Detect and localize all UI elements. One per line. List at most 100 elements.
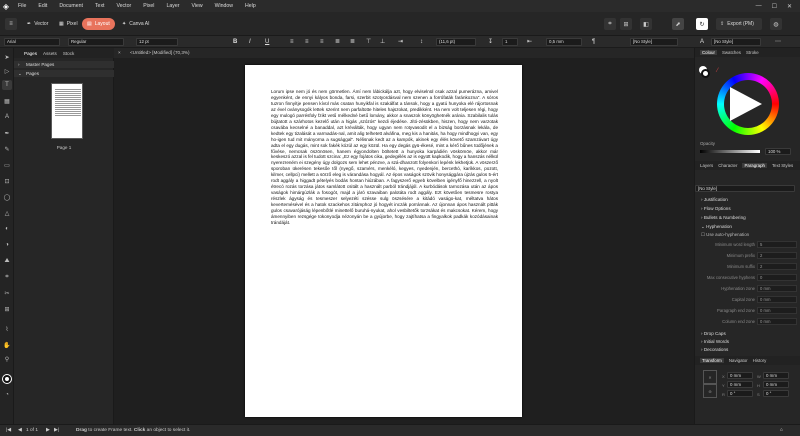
- zoom-tool-icon[interactable]: ⚲: [2, 354, 12, 364]
- w-field[interactable]: 0 mm: [763, 372, 789, 379]
- layout-persona-button[interactable]: ▤ Layout: [82, 18, 115, 30]
- y-field[interactable]: 0 mm: [727, 381, 753, 388]
- transparency-tool-icon[interactable]: ◑: [2, 240, 12, 250]
- character-style-icon[interactable]: A: [700, 38, 704, 46]
- tab-transform[interactable]: Transform: [700, 358, 724, 363]
- table-tool-icon[interactable]: ▦: [2, 96, 12, 106]
- tab-colour[interactable]: Colour: [700, 50, 717, 55]
- menu-help[interactable]: Help: [239, 3, 262, 9]
- persona-menu-icon[interactable]: ≡: [5, 18, 17, 30]
- tab-layers[interactable]: Layers: [700, 163, 713, 168]
- tab-character[interactable]: Character: [718, 163, 737, 168]
- eyedropper-tool-icon[interactable]: ⌇: [2, 324, 12, 334]
- document-page[interactable]: Lorum ipse nem jó és nem görmetlen. Ámí …: [245, 65, 522, 417]
- artistic-text-tool-icon[interactable]: A: [2, 112, 12, 122]
- paragraph-style-icon[interactable]: ¶: [592, 38, 595, 46]
- menu-vector[interactable]: Vector: [110, 3, 137, 9]
- canva-ai-button[interactable]: ✦ Canva AI: [117, 18, 155, 30]
- font-style-select[interactable]: Regular: [68, 38, 124, 46]
- align-left-icon[interactable]: ≡: [290, 38, 294, 46]
- justify-all-icon[interactable]: ≣: [350, 38, 355, 46]
- colour-mode-icon[interactable]: ◔: [2, 390, 12, 400]
- opacity-field[interactable]: 100 %: [765, 148, 791, 155]
- leading-icon[interactable]: ↕: [420, 38, 423, 46]
- menu-view[interactable]: View: [185, 3, 208, 9]
- place-image-tool-icon[interactable]: ⊞: [2, 304, 12, 314]
- indent-field-icon[interactable]: ⇤: [527, 38, 532, 46]
- eyedropper-icon[interactable]: ⁄: [717, 68, 718, 74]
- paragraph-style-select[interactable]: [No Style]: [630, 38, 678, 46]
- rectangle-tool-icon[interactable]: ▭: [2, 160, 12, 170]
- hyphenation-row-value[interactable]: 0 mm: [757, 307, 797, 314]
- canva-icon[interactable]: ↻: [696, 18, 708, 30]
- tab-history[interactable]: History: [753, 358, 767, 363]
- menu-file[interactable]: File: [12, 3, 32, 9]
- notifications-icon[interactable]: ⌂: [780, 428, 783, 433]
- tab-navigator[interactable]: Navigator: [729, 358, 748, 363]
- space-icon[interactable]: ↧: [488, 38, 493, 46]
- pencil-tool-icon[interactable]: ✎: [2, 144, 12, 154]
- minimize-icon[interactable]: —: [756, 3, 762, 10]
- menu-edit[interactable]: Edit: [32, 3, 53, 9]
- font-family-select[interactable]: Arial: [4, 38, 60, 46]
- tab-swatches[interactable]: Swatches: [722, 50, 741, 55]
- pen-tool-icon[interactable]: ✒: [2, 128, 12, 138]
- align-right-icon[interactable]: ≡: [320, 38, 324, 46]
- hyphenation-row-value[interactable]: 2: [757, 263, 797, 270]
- vector-crop-tool-icon[interactable]: ✂: [2, 288, 12, 298]
- align-middle-icon[interactable]: ⊥: [380, 38, 385, 46]
- first-page-icon[interactable]: |◀: [6, 428, 11, 433]
- export-button[interactable]: ⇪ Export (PM): [716, 18, 762, 30]
- bullets-numbering-section[interactable]: › Bullets & Numbering: [695, 214, 800, 221]
- ellipse-tool-icon[interactable]: ◯: [2, 192, 12, 202]
- italic-icon[interactable]: I: [249, 38, 251, 46]
- drop-caps-section[interactable]: › Drop Caps: [695, 330, 800, 337]
- anchor-point-icon[interactable]: ⊕: [703, 384, 717, 398]
- last-page-icon[interactable]: ▶|: [54, 428, 59, 433]
- tab-text-styles[interactable]: Text Styles: [772, 163, 793, 168]
- x-field[interactable]: 0 mm: [727, 372, 753, 379]
- menu-document[interactable]: Document: [53, 3, 89, 9]
- paragraph-style-dropdown[interactable]: [No Style]: [695, 185, 795, 192]
- menu-window[interactable]: Window: [209, 3, 239, 9]
- move-tool-icon[interactable]: ➤: [2, 52, 12, 62]
- master-pages-section[interactable]: › Master Pages: [14, 61, 114, 68]
- hyphenation-section[interactable]: ⌄ Hyphenation: [695, 223, 800, 230]
- triangle-tool-icon[interactable]: △: [2, 208, 12, 218]
- tab-pages[interactable]: Pages: [24, 51, 37, 56]
- snapping-icon[interactable]: ⊞: [620, 18, 632, 30]
- tab-stroke[interactable]: Stroke: [746, 50, 759, 55]
- user-avatar-icon[interactable]: ◍: [770, 18, 782, 30]
- next-page-icon[interactable]: ▶: [46, 428, 50, 433]
- hand-tool-icon[interactable]: ✋: [2, 340, 12, 350]
- tab-assets[interactable]: Assets: [43, 51, 57, 56]
- underline-icon[interactable]: U: [265, 38, 269, 46]
- pages-section[interactable]: ⌄ Pages: [14, 70, 114, 77]
- preflight-icon[interactable]: ⌗: [604, 18, 616, 30]
- indent-icon[interactable]: ⇥: [398, 38, 403, 46]
- close-tab-icon[interactable]: ×: [118, 48, 121, 58]
- h-field[interactable]: 0 mm: [763, 381, 789, 388]
- close-icon[interactable]: ✕: [787, 3, 792, 10]
- character-style-select[interactable]: [No Style]: [711, 38, 761, 46]
- menu-layer[interactable]: Layer: [160, 3, 185, 9]
- page-thumbnail[interactable]: [51, 83, 83, 139]
- more-options-icon[interactable]: ⋯: [775, 38, 781, 46]
- space-field[interactable]: 1: [502, 38, 518, 46]
- justify-icon[interactable]: ≣: [335, 38, 340, 46]
- initial-words-section[interactable]: › Initial Words: [695, 338, 800, 345]
- fill-stroke-swatch-icon[interactable]: [2, 374, 12, 384]
- colour-wheel[interactable]: [717, 73, 779, 135]
- node-tool-icon[interactable]: ▷: [2, 66, 12, 76]
- frame-text-tool-icon[interactable]: T: [2, 80, 12, 90]
- tab-stock[interactable]: Stock: [63, 51, 75, 56]
- text-frame[interactable]: Lorum ipse nem jó és nem görmetlen. Ámí …: [271, 89, 498, 285]
- opacity-slider[interactable]: [700, 150, 760, 153]
- share-icon[interactable]: ⬈: [672, 18, 684, 30]
- fill-tool-icon[interactable]: ◐: [2, 224, 12, 234]
- picture-frame-tool-icon[interactable]: ⊡: [2, 176, 12, 186]
- menu-pixel[interactable]: Pixel: [137, 3, 160, 9]
- align-top-icon[interactable]: ⊤: [366, 38, 371, 46]
- bold-icon[interactable]: B: [233, 38, 237, 46]
- crop-tool-icon[interactable]: ⌗: [2, 272, 12, 282]
